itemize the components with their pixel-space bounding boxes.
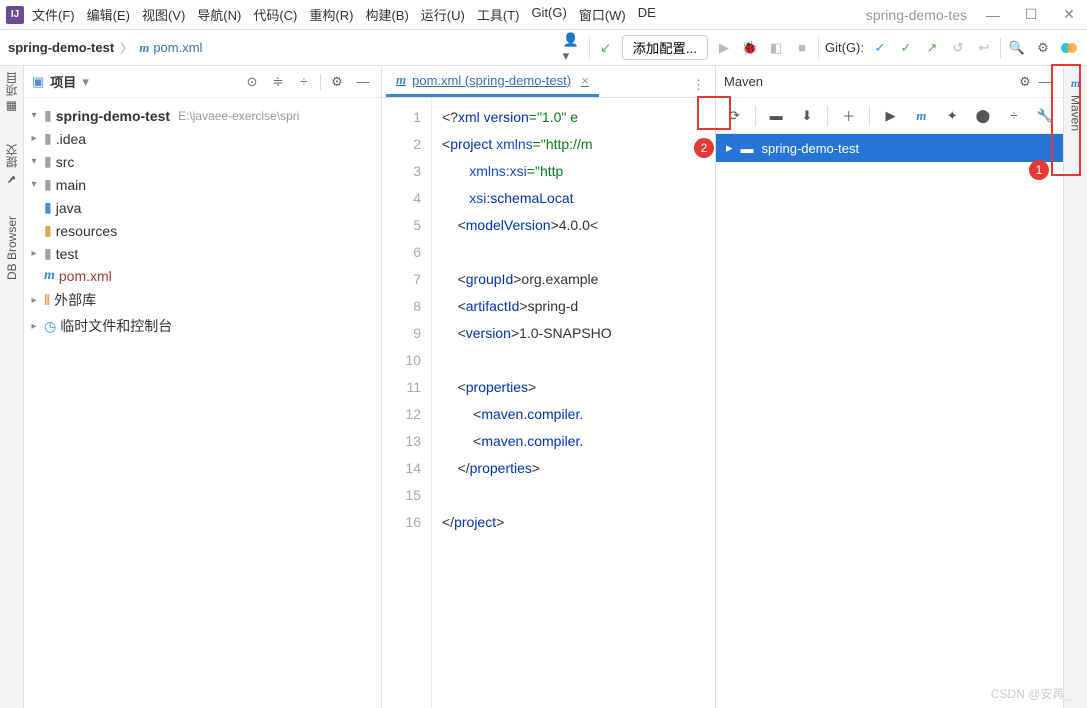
maven-project-item[interactable]: ▸ ▬ spring-demo-test <box>716 134 1063 162</box>
settings-icon[interactable]: ⚙ <box>1033 38 1053 58</box>
search-icon[interactable]: 🔍 <box>1007 38 1027 58</box>
app-logo-icon: IJ <box>6 6 24 24</box>
project-tree: ▾▮spring-demo-testE:\javaee-exercise\spr… <box>24 98 381 345</box>
maven-tree: ▸ ▬ spring-demo-test <box>716 134 1063 162</box>
left-tool-strip: ▦项目 ✔提交 DB Browser <box>0 66 24 708</box>
run-config-button[interactable]: 添加配置... <box>622 35 708 60</box>
tab-more-icon[interactable]: ⋮ <box>682 73 715 97</box>
editor-tabs: m pom.xml (spring-demo-test) × ⋮ <box>382 66 715 98</box>
menu-refactor[interactable]: 重构(R) <box>309 5 353 24</box>
left-tab-db[interactable]: DB Browser <box>5 216 19 280</box>
left-tab-project[interactable]: ▦项目 <box>3 72 20 114</box>
maven-panel: Maven ⚙ — ⟳ ▬ ⬇ ＋ ▶ m ✦ ⬤ ÷ 🔧 ▸ ▬ spring… <box>715 66 1063 708</box>
project-panel-title: 项目 ▾ <box>50 72 236 91</box>
maven-panel-title: Maven <box>724 74 1015 89</box>
git-update-icon[interactable]: ✓ <box>870 38 890 58</box>
maven-toolbar: ⟳ ▬ ⬇ ＋ ▶ m ✦ ⬤ ÷ 🔧 <box>716 98 1063 134</box>
minimize-button[interactable]: — <box>981 7 1005 23</box>
maven-skip-tests-icon[interactable]: ⬤ <box>973 105 994 127</box>
tree-root[interactable]: ▾▮spring-demo-testE:\javaee-exercise\spr… <box>28 104 377 127</box>
maven-run-icon[interactable]: ▶ <box>880 105 901 127</box>
locate-icon[interactable]: ⊙ <box>242 72 262 92</box>
project-panel-header: ▣ 项目 ▾ ⊙ ≑ ÷ ⚙ — <box>24 66 381 98</box>
tab-pom[interactable]: m pom.xml (spring-demo-test) × <box>386 66 599 97</box>
project-panel: ▣ 项目 ▾ ⊙ ≑ ÷ ⚙ — ▾▮spring-demo-testE:\ja… <box>24 66 382 708</box>
maven-offline-icon[interactable]: ✦ <box>942 105 963 127</box>
tree-pom[interactable]: mpom.xml <box>28 265 377 287</box>
maven-download-icon[interactable]: ⬇ <box>797 105 818 127</box>
menu-de[interactable]: DE <box>638 5 656 24</box>
maven-project-label: spring-demo-test <box>762 141 860 156</box>
menu-window[interactable]: 窗口(W) <box>579 5 626 24</box>
tree-main[interactable]: ▾▮main <box>28 173 377 196</box>
maven-panel-header: Maven ⚙ — <box>716 66 1063 98</box>
toolbox-icon[interactable] <box>1059 38 1079 58</box>
callout-box-2 <box>697 96 731 130</box>
maven-file-icon: m <box>396 72 406 88</box>
left-tab-commit[interactable]: ✔提交 <box>3 144 20 186</box>
back-arrow-icon[interactable]: ↙ <box>596 38 616 58</box>
maven-module-icon: ▬ <box>741 141 754 156</box>
window-title: spring-demo-tes <box>866 7 967 23</box>
menu-file[interactable]: 文件(F) <box>32 5 75 24</box>
maven-generate-icon[interactable]: ▬ <box>766 105 787 127</box>
coverage-icon[interactable]: ◧ <box>766 38 786 58</box>
git-history-icon[interactable]: ↺ <box>948 38 968 58</box>
tab-label: pom.xml (spring-demo-test) <box>412 73 571 88</box>
maven-file-icon: m <box>139 40 149 56</box>
tree-src[interactable]: ▾▮src <box>28 150 377 173</box>
maven-settings-icon[interactable]: ⚙ <box>1015 72 1035 92</box>
editor-area: m pom.xml (spring-demo-test) × ⋮ 123456789… <box>382 66 715 708</box>
breadcrumb-sep: 〉 <box>120 38 133 57</box>
callout-box-1 <box>1051 64 1081 176</box>
breadcrumb-project[interactable]: spring-demo-test <box>8 40 114 55</box>
maven-m-icon[interactable]: m <box>911 105 932 127</box>
breadcrumb-file[interactable]: m pom.xml <box>139 40 202 56</box>
maven-add-icon[interactable]: ＋ <box>838 105 859 127</box>
menu-nav[interactable]: 导航(N) <box>197 5 241 24</box>
git-label: Git(G): <box>825 40 864 55</box>
editor-content[interactable]: <?xml version="1.0" e<project xmlns="htt… <box>432 98 612 708</box>
menu-git[interactable]: Git(G) <box>531 5 566 24</box>
tree-test[interactable]: ▸▮test <box>28 242 377 265</box>
maven-collapse-icon[interactable]: ÷ <box>1003 105 1024 127</box>
collapse-icon[interactable]: ÷ <box>294 72 314 92</box>
stop-icon[interactable]: ■ <box>792 38 812 58</box>
menu-run[interactable]: 运行(U) <box>421 5 465 24</box>
tree-external[interactable]: ▸⦀外部库 <box>28 287 377 313</box>
callout-badge-1: 1 <box>1029 160 1049 180</box>
chevron-right-icon: ▸ <box>726 140 733 156</box>
menu-code[interactable]: 代码(C) <box>253 5 297 24</box>
tree-java[interactable]: ▮java <box>28 196 377 219</box>
git-push-icon[interactable]: ↗ <box>922 38 942 58</box>
project-icon: ▣ <box>32 74 44 90</box>
watermark: CSDN @安苒_ <box>991 685 1071 702</box>
menu-build[interactable]: 构建(B) <box>365 5 408 24</box>
breadcrumb-file-label: pom.xml <box>153 40 202 55</box>
editor-gutter: 12345678910111213141516 <box>382 98 432 708</box>
tree-scratch[interactable]: ▸◷临时文件和控制台 <box>28 313 377 339</box>
maximize-button[interactable]: ☐ <box>1019 6 1043 23</box>
tab-close-icon[interactable]: × <box>581 73 589 88</box>
hide-icon[interactable]: — <box>353 72 373 92</box>
options-icon[interactable]: ⚙ <box>327 72 347 92</box>
menu-tools[interactable]: 工具(T) <box>477 5 520 24</box>
expand-icon[interactable]: ≑ <box>268 72 288 92</box>
menu-edit[interactable]: 编辑(E) <box>87 5 130 24</box>
main-menu: 文件(F) 编辑(E) 视图(V) 导航(N) 代码(C) 重构(R) 构建(B… <box>32 5 866 24</box>
git-rollback-icon[interactable]: ↩ <box>974 38 994 58</box>
git-commit-icon[interactable]: ✓ <box>896 38 916 58</box>
run-icon[interactable]: ▶ <box>714 38 734 58</box>
toolbar-row: spring-demo-test 〉 m pom.xml 👤▾ ↙ 添加配置...… <box>0 30 1087 66</box>
tree-idea[interactable]: ▸▮.idea <box>28 127 377 150</box>
callout-badge-2: 2 <box>694 138 714 158</box>
user-icon[interactable]: 👤▾ <box>563 38 583 58</box>
title-bar: IJ 文件(F) 编辑(E) 视图(V) 导航(N) 代码(C) 重构(R) 构… <box>0 0 1087 30</box>
menu-view[interactable]: 视图(V) <box>142 5 185 24</box>
tree-resources[interactable]: ▮resources <box>28 219 377 242</box>
close-button[interactable]: ✕ <box>1057 6 1081 23</box>
debug-icon[interactable]: 🐞 <box>740 38 760 58</box>
